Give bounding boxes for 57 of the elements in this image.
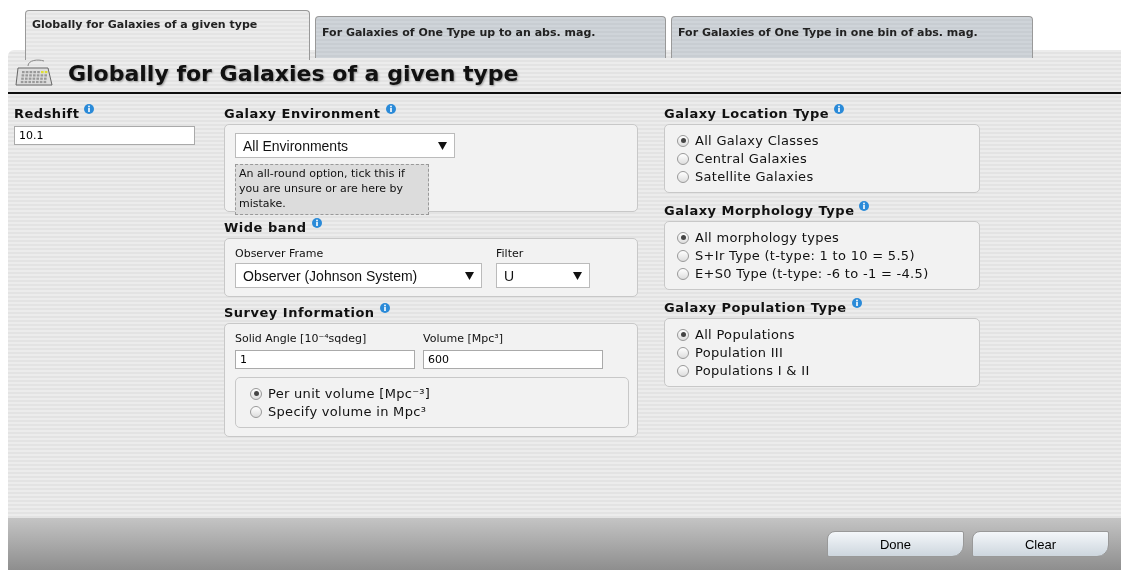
radio-label: All morphology types: [695, 230, 840, 245]
radio-label: Per unit volume [Mpc⁻³]: [268, 386, 431, 401]
radio-button[interactable]: [677, 249, 689, 262]
radio-label: Populations I & II: [695, 363, 810, 378]
radio-button[interactable]: [677, 152, 689, 165]
info-icon[interactable]: [859, 201, 870, 211]
caret-icon: [465, 271, 474, 280]
radio-label: S+Ir Type (t-type: 1 to 10 = 5.5): [695, 248, 915, 263]
action-button[interactable]: Done: [827, 531, 964, 557]
redshift-field[interactable]: 10.1: [14, 126, 195, 145]
radio-label: All Galaxy Classes: [695, 133, 819, 148]
radio-button[interactable]: [677, 364, 689, 377]
radio-label: All Populations: [695, 327, 795, 342]
radio-button[interactable]: [250, 387, 262, 400]
action-button[interactable]: Clear: [972, 531, 1109, 557]
hint-text: An all-round option, tick this if you are unsure or are here by mistake.: [235, 164, 429, 215]
info-icon[interactable]: [385, 104, 396, 114]
panel-title: Globally for Galaxies of a given type: [68, 60, 519, 86]
field-label: Volume [Mpc³]: [423, 332, 504, 345]
info-icon[interactable]: [834, 104, 845, 114]
section-title: Galaxy Population Type: [664, 300, 847, 315]
dropdown[interactable]: All Environments: [235, 133, 455, 158]
tab[interactable]: For Galaxies of One Type in one bin of abs. mag.: [671, 16, 1033, 58]
dropdown[interactable]: U: [496, 263, 590, 288]
section-title: Galaxy Location Type: [664, 106, 830, 121]
info-icon[interactable]: [311, 218, 322, 228]
info-icon[interactable]: [851, 298, 862, 308]
radio-label: Satellite Galaxies: [695, 169, 814, 184]
radio-label: E+S0 Type (t-type: -6 to -1 = -4.5): [695, 266, 929, 281]
section-title: Galaxy Morphology Type: [664, 203, 855, 218]
radio-button[interactable]: [677, 134, 689, 147]
radio-button[interactable]: [677, 231, 689, 244]
caret-icon: [438, 141, 447, 150]
radio-button[interactable]: [677, 346, 689, 359]
radio-button[interactable]: [250, 405, 262, 418]
dropdown[interactable]: Observer (Johnson System): [235, 263, 482, 288]
section-title: Survey Information: [224, 305, 375, 320]
radio-button[interactable]: [677, 170, 689, 183]
tab[interactable]: For Galaxies of One Type up to an abs. mag.: [315, 16, 666, 58]
radio-button[interactable]: [677, 328, 689, 341]
volume-field[interactable]: 600: [423, 350, 603, 369]
field-label: Solid Angle [10⁻⁴sqdeg]: [235, 332, 368, 345]
tab[interactable]: Globally for Galaxies of a given type: [25, 10, 310, 60]
info-icon[interactable]: [379, 303, 390, 313]
caret-icon: [573, 271, 582, 280]
radio-label: Specify volume in Mpc³: [268, 404, 427, 419]
info-icon[interactable]: [84, 104, 95, 114]
keyboard-icon: [14, 58, 54, 88]
section-title: Wide band: [224, 220, 307, 235]
field-label: Redshift: [14, 106, 80, 121]
radio-label: Central Galaxies: [695, 151, 807, 166]
section-title: Galaxy Environment: [224, 106, 381, 121]
field-label: Filter: [496, 247, 525, 260]
radio-label: Population III: [695, 345, 784, 360]
field-label: Observer Frame: [235, 247, 325, 260]
solid-angle-field[interactable]: 1: [235, 350, 415, 369]
radio-button[interactable]: [677, 267, 689, 280]
